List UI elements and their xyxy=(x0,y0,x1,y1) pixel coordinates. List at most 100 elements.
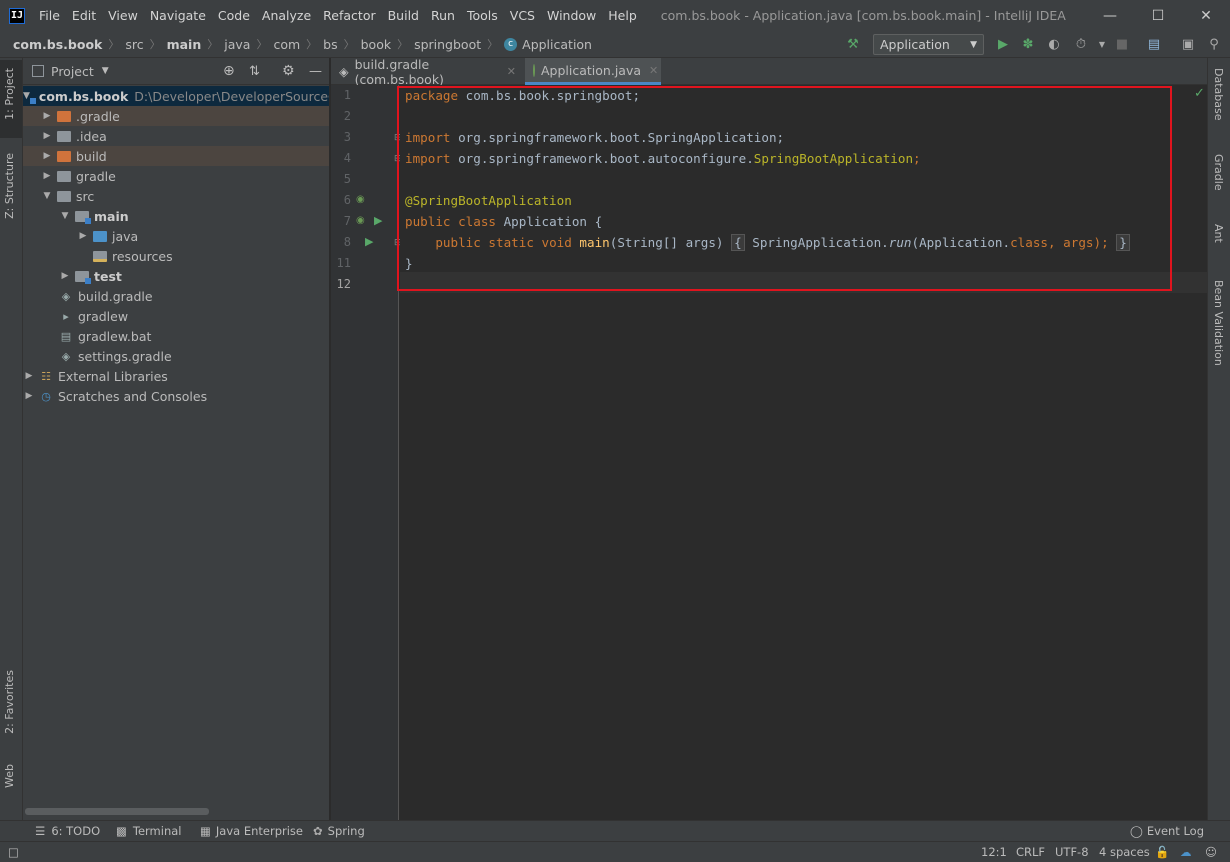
tree-item-build[interactable]: ▶ build xyxy=(23,146,329,166)
collapsed-arrow-icon[interactable]: ▶ xyxy=(23,371,35,381)
tool-tab-web[interactable]: Web xyxy=(3,764,16,788)
expanded-arrow-icon[interactable]: ▼ xyxy=(41,191,53,201)
collapsed-arrow-icon[interactable]: ▶ xyxy=(77,231,89,241)
tab-application-java[interactable]: Application.java ✕ xyxy=(525,58,661,85)
close-icon[interactable]: ✕ xyxy=(1182,0,1230,31)
menu-file[interactable]: File xyxy=(33,8,66,23)
crumb-com[interactable]: com xyxy=(273,37,300,52)
collapsed-arrow-icon[interactable]: ▶ xyxy=(41,171,53,181)
tree-item-src[interactable]: ▼ src xyxy=(23,186,329,206)
indent-setting[interactable]: 4 spaces xyxy=(1099,845,1150,859)
close-icon[interactable]: ✕ xyxy=(649,64,658,77)
menu-navigate[interactable]: Navigate xyxy=(144,8,212,23)
code-editor[interactable]: package com.bs.book.springboot; import o… xyxy=(400,85,1207,820)
search-icon[interactable]: ⚲ xyxy=(1206,36,1222,52)
tool-todo[interactable]: ☰ 6: TODO xyxy=(35,824,100,838)
maximize-icon[interactable]: ☐ xyxy=(1134,0,1182,31)
collapsed-arrow-icon[interactable]: ▶ xyxy=(41,131,53,141)
tool-terminal[interactable]: ▩ Terminal xyxy=(116,824,181,838)
presentation-icon[interactable]: ▣ xyxy=(1180,36,1196,52)
git-sync-icon[interactable]: ☁ xyxy=(1180,845,1192,859)
hide-panel-icon[interactable]: — xyxy=(309,64,322,79)
chevron-down-icon[interactable]: ▼ xyxy=(102,66,109,76)
tree-item-gradlew[interactable]: ▸ gradlew xyxy=(23,306,329,326)
coverage-icon[interactable]: ◐ xyxy=(1046,36,1062,52)
build-hammer-icon[interactable]: ⚒ xyxy=(845,36,861,52)
tree-item-external-libraries[interactable]: ▶ ☷ External Libraries xyxy=(23,366,329,386)
debug-bug-icon[interactable]: ✽ xyxy=(1020,36,1036,52)
tool-tab-ant[interactable]: Ant xyxy=(1212,224,1225,243)
tree-item-project-root[interactable]: ▼ com.bs.book D:\Developer\DeveloperSour… xyxy=(23,86,329,106)
crumb-java[interactable]: java xyxy=(224,37,250,52)
tool-tab-structure[interactable]: Z: Structure xyxy=(3,153,16,219)
tree-item-gradle[interactable]: ▶ gradle xyxy=(23,166,329,186)
profile-dropdown-icon[interactable]: ▼ xyxy=(1094,36,1110,52)
menu-edit[interactable]: Edit xyxy=(66,8,102,23)
collapsed-arrow-icon[interactable]: ▶ xyxy=(59,271,71,281)
menu-code[interactable]: Code xyxy=(212,8,256,23)
project-view-select[interactable]: Project xyxy=(51,64,94,79)
profile-icon[interactable]: ⏱ xyxy=(1073,36,1089,52)
crumb-book[interactable]: book xyxy=(361,37,391,52)
crumb-bs[interactable]: bs xyxy=(323,37,337,52)
locate-file-icon[interactable]: ⊕ xyxy=(223,63,235,79)
caret-position[interactable]: 12:1 xyxy=(981,845,1007,859)
run-icon[interactable]: ▶ xyxy=(995,36,1011,52)
menu-help[interactable]: Help xyxy=(602,8,643,23)
menu-refactor[interactable]: Refactor xyxy=(317,8,381,23)
tool-tab-bean-validation[interactable]: Bean Validation xyxy=(1212,280,1225,366)
close-icon[interactable]: ✕ xyxy=(507,65,516,78)
menu-window[interactable]: Window xyxy=(541,8,602,23)
collapsed-arrow-icon[interactable]: ▶ xyxy=(41,111,53,121)
tree-item-gradle-dir[interactable]: ▶ .gradle xyxy=(23,106,329,126)
tree-item-main[interactable]: ▼ main xyxy=(23,206,329,226)
stop-icon[interactable]: ■ xyxy=(1114,36,1130,52)
line-separator[interactable]: CRLF xyxy=(1016,845,1045,859)
tree-item-test[interactable]: ▶ test xyxy=(23,266,329,286)
tree-item-settings-gradle[interactable]: ◈ settings.gradle xyxy=(23,346,329,366)
minimize-icon[interactable]: — xyxy=(1086,0,1134,31)
tree-item-scratches[interactable]: ▶ ◷ Scratches and Consoles xyxy=(23,386,329,406)
tool-tab-favorites[interactable]: 2: Favorites xyxy=(3,670,16,734)
crumb-main[interactable]: main xyxy=(167,37,202,52)
crumb-application[interactable]: Application xyxy=(522,37,592,52)
collapse-all-icon[interactable]: ⇅ xyxy=(249,64,260,79)
tree-item-resources[interactable]: resources xyxy=(23,246,329,266)
project-structure-icon[interactable]: ▤ xyxy=(1146,36,1162,52)
inspector-icon[interactable]: ☺ xyxy=(1205,845,1217,859)
spring-bean-gutter-icon[interactable]: ◉ xyxy=(356,194,365,205)
tree-item-java[interactable]: ▶ java xyxy=(23,226,329,246)
crumb-springboot[interactable]: springboot xyxy=(414,37,481,52)
expanded-arrow-icon[interactable]: ▼ xyxy=(59,211,71,221)
spring-bean-gutter-icon[interactable]: ◉ xyxy=(356,215,365,226)
run-configuration-select[interactable]: Application ▼ xyxy=(873,34,984,55)
file-encoding[interactable]: UTF-8 xyxy=(1055,845,1089,859)
tool-java-enterprise[interactable]: ▦ Java Enterprise xyxy=(200,824,303,838)
tool-tab-gradle[interactable]: Gradle xyxy=(1212,154,1225,191)
menu-vcs[interactable]: VCS xyxy=(504,8,541,23)
menu-build[interactable]: Build xyxy=(382,8,425,23)
tool-tab-database[interactable]: Database xyxy=(1212,68,1225,121)
menu-run[interactable]: Run xyxy=(425,8,461,23)
tree-item-gradlew-bat[interactable]: ▤ gradlew.bat xyxy=(23,326,329,346)
collapsed-arrow-icon[interactable]: ▶ xyxy=(41,151,53,161)
tree-item-idea[interactable]: ▶ .idea xyxy=(23,126,329,146)
crumb-project[interactable]: com.bs.book xyxy=(13,37,102,52)
tool-spring[interactable]: ✿ Spring xyxy=(313,824,365,838)
tool-event-log[interactable]: ◯ Event Log xyxy=(1130,824,1204,838)
menu-view[interactable]: View xyxy=(102,8,144,23)
menu-analyze[interactable]: Analyze xyxy=(256,8,317,23)
collapsed-arrow-icon[interactable]: ▶ xyxy=(23,391,35,401)
run-gutter-icon[interactable]: ▶ xyxy=(365,235,373,248)
tool-tab-project[interactable]: 1: Project xyxy=(3,68,16,120)
menu-tools[interactable]: Tools xyxy=(461,8,504,23)
tree-item-build-gradle[interactable]: ◈ build.gradle xyxy=(23,286,329,306)
run-gutter-icon[interactable]: ▶ xyxy=(374,214,382,227)
toggle-tool-windows-icon[interactable]: □ xyxy=(8,845,19,859)
expanded-arrow-icon[interactable]: ▼ xyxy=(23,91,30,101)
tab-build-gradle[interactable]: ◈ build.gradle (com.bs.book) ✕ xyxy=(331,57,524,87)
horizontal-scrollbar[interactable] xyxy=(25,808,209,815)
lock-icon[interactable]: 🔓 xyxy=(1155,845,1169,859)
gear-icon[interactable]: ⚙ xyxy=(282,63,295,79)
crumb-src[interactable]: src xyxy=(125,37,143,52)
